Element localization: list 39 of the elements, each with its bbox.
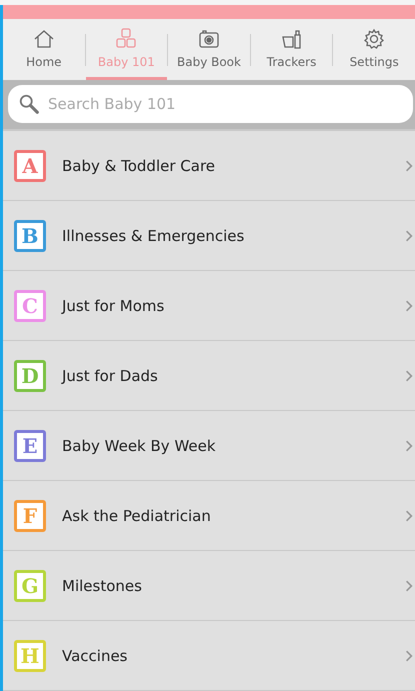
category-item[interactable]: F Ask the Pediatrician (3, 481, 415, 551)
tab[interactable]: Baby Book (168, 19, 250, 80)
category-item[interactable]: G Milestones (3, 551, 415, 621)
category-item[interactable]: D Just for Dads (3, 341, 415, 411)
category-item[interactable]: B Illnesses & Emergencies (3, 201, 415, 271)
category-item[interactable]: E Baby Week By Week (3, 411, 415, 481)
letter-block: F (14, 500, 46, 532)
chevron-icon (405, 368, 413, 382)
category-label: Ask the Pediatrician (62, 506, 212, 524)
chevron-icon (405, 438, 413, 452)
letter-block: E (14, 430, 46, 462)
category-label: Vaccines (62, 646, 129, 664)
chevron-icon (405, 228, 413, 242)
chevron-icon (405, 648, 413, 662)
tab[interactable]: Trackers (250, 19, 332, 80)
category-item[interactable]: C Just for Moms (3, 271, 415, 341)
category-label: Milestones (62, 576, 143, 594)
search-icon (18, 93, 40, 115)
letter-block: C (14, 290, 46, 322)
category-label: Just for Moms (62, 296, 166, 314)
letter-block: D (14, 360, 46, 392)
category-label: Baby Week By Week (62, 436, 217, 454)
search-field[interactable]: Search Baby 101 (8, 85, 413, 123)
category-item[interactable]: H Vaccines (3, 621, 415, 691)
chevron-icon (405, 158, 413, 172)
category-label: Just for Dads (62, 366, 159, 384)
chevron-icon (405, 508, 413, 522)
category-label: Illnesses & Emergencies (62, 226, 246, 244)
category-label: Baby & Toddler Care (62, 156, 216, 174)
settings-icon (362, 27, 386, 51)
letter-block: A (14, 150, 46, 182)
letter-block: H (14, 640, 46, 672)
tab[interactable]: Home (3, 19, 85, 80)
chevron-icon (405, 298, 413, 312)
chevron-icon (405, 578, 413, 592)
letter-block: B (14, 220, 46, 252)
category-item[interactable]: A Baby & Toddler Care (3, 131, 415, 201)
letter-block: G (14, 570, 46, 602)
tab[interactable]: Settings (333, 19, 415, 80)
